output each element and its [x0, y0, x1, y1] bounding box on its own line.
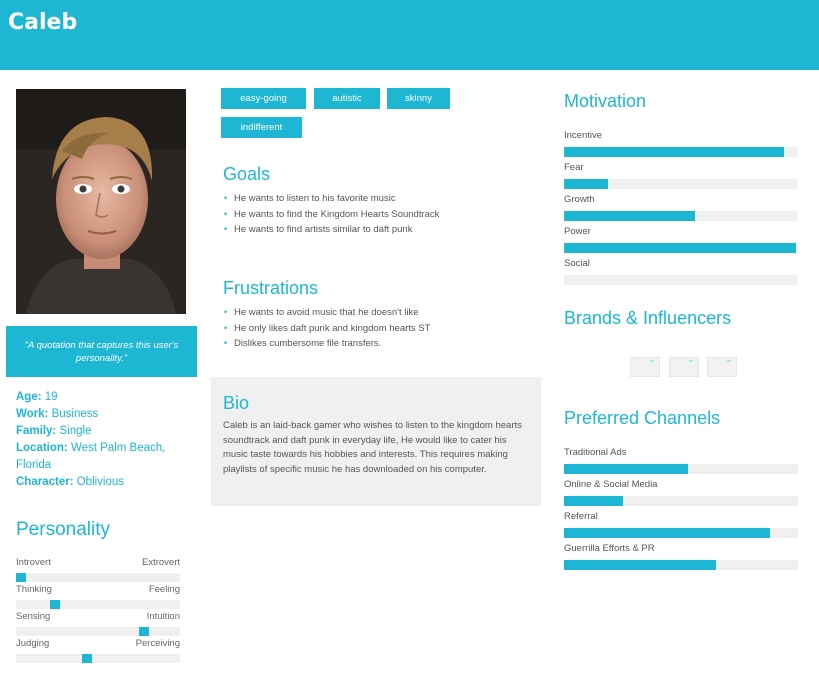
- bar-fill: [564, 147, 784, 157]
- list-item: • He wants to find the Kingdom Hearts Sou…: [224, 208, 440, 220]
- frustrations-list: • He wants to avoid music that he doesn't…: [224, 305, 430, 352]
- tag: easy-going: [221, 88, 306, 109]
- bar-fill: [564, 496, 623, 506]
- channel-online-social: Online & Social Media: [564, 479, 798, 506]
- list-item: • Dislikes cumbersome file transfers.: [224, 338, 382, 349]
- list-item: • He wants to find artists similar to daf…: [224, 224, 413, 235]
- goals-list: • He wants to listen to his favorite musi…: [224, 191, 439, 238]
- brand-logo: [669, 357, 699, 377]
- motivation-power: Power: [564, 226, 798, 253]
- info-location: Location: West Palm Beach, Florida: [16, 442, 166, 471]
- channel-guerrilla: Guerrilla Efforts & PR: [564, 543, 798, 570]
- personality-heading: Personality: [16, 519, 110, 540]
- channel-traditional-ads: Traditional Ads: [564, 447, 798, 474]
- brand-logo: [630, 357, 660, 377]
- info-family: Family: Single: [16, 425, 92, 437]
- persona-quote: "A quotation that captures this user's p…: [6, 326, 197, 377]
- bar-fill: [564, 560, 717, 570]
- motivation-fear: Fear: [564, 162, 798, 189]
- trait-slider: [139, 627, 150, 636]
- frustrations-heading: Frustrations: [223, 278, 319, 298]
- persona-name: Caleb: [8, 10, 78, 35]
- bio-heading: Bio: [223, 393, 250, 413]
- trait-slider: [16, 573, 26, 582]
- trait-introvert-extrovert: Introvert Extrovert: [16, 557, 180, 582]
- motivation-incentive: Incentive: [564, 130, 798, 157]
- motivation-growth: Growth: [564, 194, 798, 221]
- channel-referral: Referral: [564, 511, 798, 538]
- info-work: Work: Business: [16, 408, 99, 420]
- list-item: • He wants to avoid music that he doesn't…: [224, 307, 419, 318]
- header-bar: Caleb: [0, 0, 819, 70]
- motivation-social: Social: [564, 258, 798, 285]
- goals-heading: Goals: [223, 164, 271, 184]
- bar-fill: [564, 243, 796, 253]
- bar-fill: [564, 464, 689, 474]
- trait-slider: [82, 654, 93, 663]
- trait-thinking-feeling: Thinking Feeling: [16, 584, 180, 609]
- motivation-heading: Motivation: [564, 91, 647, 111]
- bar-fill: [564, 528, 770, 538]
- list-item: • He wants to listen to his favorite musi…: [224, 193, 396, 204]
- persona-photo: [16, 89, 186, 314]
- list-item: • He only likes daft punk and kingdom hea…: [224, 322, 431, 334]
- bio-box: Bio Caleb is an laid-back gamer who wish…: [211, 377, 541, 506]
- bar-fill: [564, 211, 696, 221]
- tag: autistic: [314, 88, 380, 109]
- trait-slider: [49, 600, 60, 609]
- bar-fill: [564, 179, 609, 189]
- info-character: Character: Oblivious: [16, 476, 125, 488]
- bio-text: Caleb is an laid-back gamer who wishes t…: [223, 420, 522, 475]
- tag: skinny: [387, 88, 450, 109]
- info-age: Age: 19: [16, 391, 58, 403]
- trait-sensing-intuition: Sensing Intuition: [16, 611, 180, 636]
- tag: indifferent: [221, 117, 302, 138]
- brands-heading: Brands & Influencers: [564, 308, 732, 328]
- channels-heading: Preferred Channels: [564, 408, 721, 428]
- brand-logo: [707, 357, 737, 377]
- trait-judging-perceiving: Judging Perceiving: [16, 638, 180, 663]
- persona-info: Age: 19 Work: Business Family: Single Lo…: [16, 389, 196, 491]
